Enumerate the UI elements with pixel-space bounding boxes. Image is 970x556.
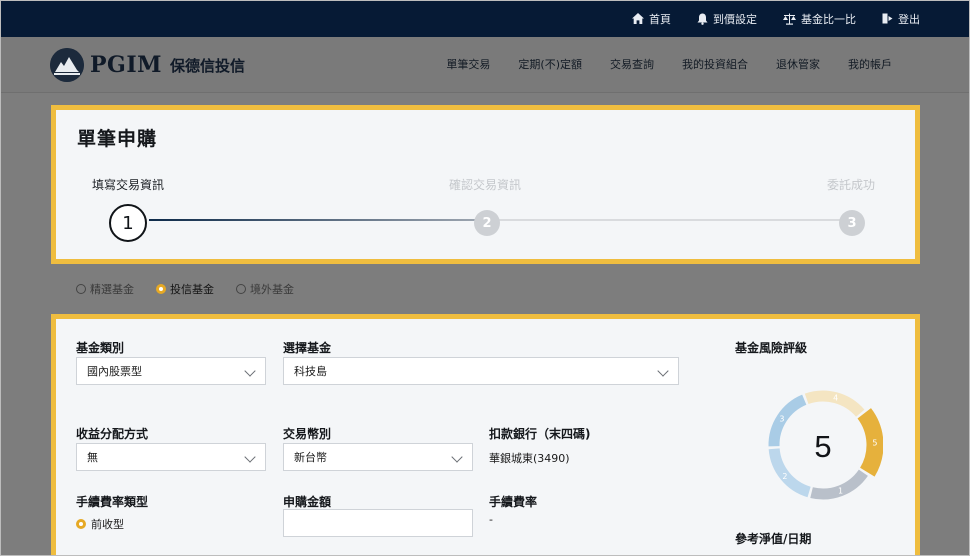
risk-rating-title: 基金風險評級: [735, 341, 808, 355]
risk-segment-label: 3: [779, 414, 784, 423]
step-remaining-line: [487, 219, 853, 221]
currency-label: 交易幣別: [283, 427, 332, 441]
home-icon: [632, 13, 644, 24]
order-form-panel: 基金類別 國內股票型 選擇基金 科技島 收益分配方式 無 交易幣別 新台幣 扣款…: [51, 314, 920, 556]
fee-rate-value: -: [489, 513, 493, 526]
radio-checked-icon: [156, 284, 166, 294]
risk-segment-label: 1: [838, 487, 843, 496]
stepper-panel: 單筆申購 填寫交易資訊 確認交易資訊 委託成功 1 2 3: [51, 105, 920, 264]
radio-unchecked-icon: [236, 284, 246, 294]
chevron-down-icon: [657, 365, 669, 377]
nav-trade-query[interactable]: 交易查詢: [610, 56, 654, 72]
logout-link-label: 登出: [898, 12, 920, 26]
fund-type-sitc-label: 投信基金: [170, 283, 214, 296]
nav-links: 單筆交易 定期(不)定額 交易查詢 我的投資組合 退休管家 我的帳戶: [446, 37, 892, 91]
category-select-value: 國內股票型: [87, 365, 142, 378]
fund-compare-link-label: 基金比一比: [801, 12, 856, 26]
price-alert-link[interactable]: 到價設定: [697, 11, 757, 27]
radio-unchecked-icon: [76, 284, 86, 294]
category-label: 基金類別: [76, 341, 125, 355]
brand-logo[interactable]: PGIM 保德信投信: [50, 48, 245, 82]
top-links: 首頁 到價設定 基金比一比 登出: [632, 0, 920, 37]
page-title: 單筆申購: [77, 128, 158, 150]
logout-icon: [882, 13, 893, 24]
step-progress-line: [149, 219, 487, 221]
fund-compare-link[interactable]: 基金比一比: [783, 11, 856, 27]
step-3-label: 委託成功: [827, 178, 876, 192]
distribution-label: 收益分配方式: [76, 427, 149, 441]
risk-segment-label: 2: [782, 472, 787, 481]
risk-rating-donut: 1 2 3 4 5 5: [768, 390, 883, 500]
chevron-down-icon: [451, 451, 463, 463]
top-bar: 首頁 到價設定 基金比一比 登出: [0, 0, 970, 37]
risk-segment-2: [768, 448, 811, 498]
fund-type-offshore-label: 境外基金: [250, 283, 294, 296]
step-1-label: 填寫交易資訊: [92, 178, 165, 192]
main-nav: PGIM 保德信投信 單筆交易 定期(不)定額 交易查詢 我的投資組合 退休管家…: [0, 37, 970, 93]
fund-type-radio-group: 精選基金 投信基金 境外基金: [76, 281, 294, 297]
nav-portfolio[interactable]: 我的投資組合: [682, 56, 748, 72]
nav-retirement[interactable]: 退休管家: [776, 56, 820, 72]
fund-type-featured[interactable]: 精選基金: [76, 281, 134, 297]
fee-type-value: 前收型: [91, 518, 124, 531]
step-3-circle: 3: [839, 210, 865, 236]
chevron-down-icon: [244, 451, 256, 463]
fee-rate-label: 手續費率: [489, 495, 538, 509]
fund-label: 選擇基金: [283, 341, 332, 355]
risk-level-number: 5: [814, 429, 831, 464]
nav-date-title: 參考淨值/日期: [735, 532, 812, 546]
home-link-label: 首頁: [649, 12, 671, 26]
rock-logo-icon: [50, 48, 84, 82]
step-2-label: 確認交易資訊: [449, 178, 522, 192]
fund-select-value: 科技島: [294, 365, 327, 378]
amount-input[interactable]: [283, 509, 473, 537]
bank-label: 扣款銀行（末四碼): [489, 427, 591, 441]
step-2-circle: 2: [474, 210, 500, 236]
distribution-select[interactable]: 無: [76, 443, 266, 471]
fee-type-front-radio[interactable]: 前收型: [76, 516, 124, 532]
fund-select[interactable]: 科技島: [283, 357, 679, 385]
currency-select[interactable]: 新台幣: [283, 443, 473, 471]
scale-icon: [783, 13, 796, 25]
risk-segment-label: 5: [872, 438, 877, 447]
step-1-circle: 1: [109, 204, 147, 242]
fund-type-sitc[interactable]: 投信基金: [156, 281, 214, 297]
amount-label: 申購金額: [283, 495, 332, 509]
nav-my-account[interactable]: 我的帳戶: [848, 56, 892, 72]
risk-segment-label: 4: [833, 394, 838, 403]
currency-select-value: 新台幣: [294, 451, 327, 464]
chevron-down-icon: [244, 365, 256, 377]
price-alert-link-label: 到價設定: [713, 12, 757, 26]
brand-subname: 保德信投信: [169, 56, 245, 75]
radio-checked-icon: [76, 519, 86, 529]
distribution-select-value: 無: [87, 451, 98, 464]
bank-value: 華銀城東(3490): [489, 452, 570, 465]
nav-single-trade[interactable]: 單筆交易: [446, 56, 490, 72]
nav-regular-invest[interactable]: 定期(不)定額: [518, 56, 582, 72]
home-link[interactable]: 首頁: [632, 11, 671, 27]
fee-type-label: 手續費率類型: [76, 495, 149, 509]
logout-link[interactable]: 登出: [882, 11, 920, 27]
fund-type-offshore[interactable]: 境外基金: [236, 281, 294, 297]
category-select[interactable]: 國內股票型: [76, 357, 266, 385]
brand-name: PGIM: [90, 52, 162, 78]
bell-icon: [697, 13, 708, 25]
fund-type-featured-label: 精選基金: [90, 283, 134, 296]
